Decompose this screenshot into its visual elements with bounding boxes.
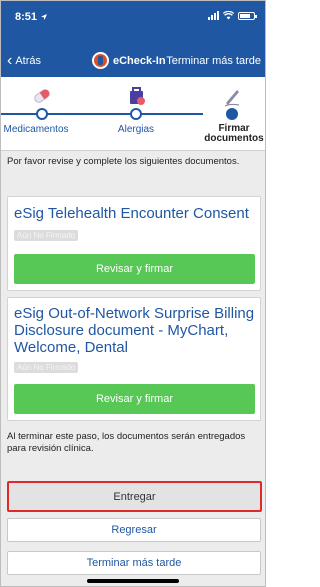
review-sign-button[interactable]: Revisar y firmar <box>14 384 255 414</box>
back-step-button[interactable]: Regresar <box>7 518 261 542</box>
location-arrow-icon <box>41 14 48 20</box>
step-label-medications[interactable]: Medicamentos <box>3 124 69 135</box>
battery-icon <box>238 11 257 20</box>
wifi-icon <box>223 11 234 20</box>
document-title[interactable]: eSig Telehealth Encounter Consent <box>14 205 249 222</box>
document-title-line: eSig Out-of-Network Surprise Billing <box>14 305 255 322</box>
step-dot-medications[interactable] <box>36 108 48 120</box>
submit-button[interactable]: Entregar <box>7 481 262 512</box>
step-label-line2: documentos <box>204 133 264 144</box>
status-bar-time: 8:51 <box>15 11 48 23</box>
progress-steps: Medicamentos Alergias Firmar documentos <box>1 77 265 151</box>
review-sign-button[interactable]: Revisar y firmar <box>14 254 255 284</box>
allergy-icon <box>130 87 145 105</box>
signal-icon <box>208 11 219 20</box>
finish-later-link[interactable]: Terminar más tarde <box>166 55 261 67</box>
document-title-line: Welcome, Dental <box>14 339 128 356</box>
step-dot-allergies[interactable] <box>130 108 142 120</box>
app-header: 8:51 ‹ Atrás eCheck-In Terminar más tard… <box>1 1 265 77</box>
phone-screen: 8:51 ‹ Atrás eCheck-In Terminar más tard… <box>0 0 266 587</box>
status-bar-right <box>208 11 257 20</box>
clock-text: 8:51 <box>15 11 38 23</box>
chevron-left-icon: ‹ <box>7 52 13 69</box>
home-indicator[interactable] <box>87 579 179 583</box>
document-title[interactable]: eSig Out-of-Network Surprise Billing Dis… <box>14 305 254 356</box>
document-title-line: Disclosure document - MyChart, <box>14 322 229 339</box>
step-label-allergies[interactable]: Alergias <box>106 124 166 135</box>
nav-title-group: eCheck-In <box>92 52 166 69</box>
back-button[interactable]: ‹ Atrás <box>7 52 42 69</box>
pen-icon <box>224 90 240 107</box>
document-card: eSig Out-of-Network Surprise Billing Dis… <box>7 297 261 421</box>
finish-later-button[interactable]: Terminar más tarde <box>7 551 261 575</box>
back-label: Atrás <box>15 55 42 67</box>
outro-text: Al terminar este paso, los documentos se… <box>7 431 246 454</box>
status-badge: Aún No Firmado <box>14 362 79 373</box>
status-badge: Aún No Firmado <box>14 230 79 241</box>
step-label-sign-documents[interactable]: Firmar documentos <box>201 124 265 144</box>
progress-line <box>1 113 203 115</box>
document-card: eSig Telehealth Encounter Consent Aún No… <box>7 196 261 291</box>
step-dot-sign-documents[interactable] <box>226 108 238 120</box>
pill-icon <box>34 89 50 103</box>
page-title: eCheck-In <box>113 54 166 67</box>
nav-bar: ‹ Atrás eCheck-In Terminar más tarde <box>1 51 265 73</box>
mychart-logo-icon <box>92 52 109 69</box>
intro-text: Por favor revise y complete los siguient… <box>7 156 240 167</box>
